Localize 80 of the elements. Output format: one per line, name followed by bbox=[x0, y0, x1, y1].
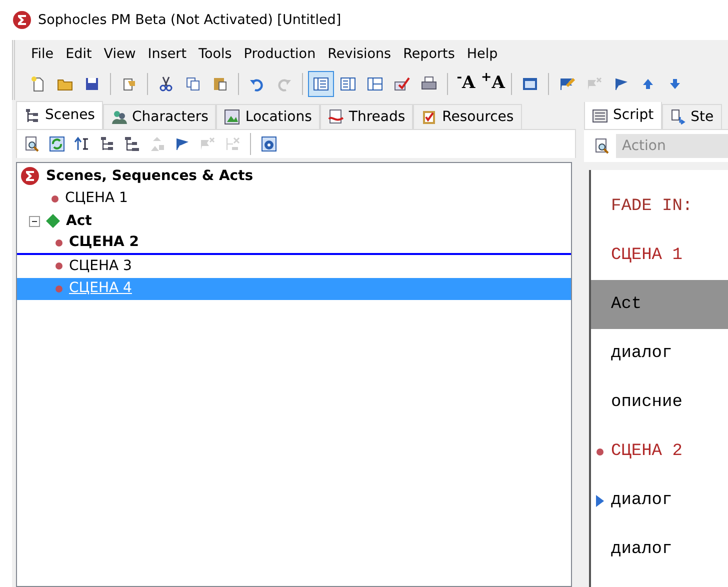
tree-row[interactable]: СЦЕНА 3 bbox=[17, 255, 571, 278]
map-icon bbox=[224, 109, 240, 125]
sort-icon bbox=[74, 136, 90, 152]
printer-icon bbox=[421, 76, 437, 92]
toolbar-button[interactable]: $^{+}$A bbox=[480, 71, 506, 97]
flag-cross-icon bbox=[586, 76, 602, 92]
window-title: Sophocles PM Beta (Not Activated) [Untitled] bbox=[38, 10, 342, 30]
checklist-icon bbox=[394, 76, 410, 92]
document-hand-icon bbox=[121, 76, 137, 92]
script-line: Act bbox=[611, 294, 642, 316]
scene-dot-icon bbox=[51, 194, 59, 203]
scene-dot-icon bbox=[55, 262, 63, 270]
tree-icon bbox=[124, 136, 140, 152]
tree-root-label[interactable]: Scenes, Sequences & Acts bbox=[46, 166, 254, 187]
script-line: FADE IN: bbox=[611, 196, 693, 218]
script-line: диалог bbox=[611, 342, 672, 365]
tree-row[interactable]: СЦЕНА 2 bbox=[17, 232, 571, 255]
toolbar-button[interactable]: $^{-}$A bbox=[453, 71, 479, 97]
script-line: СЦЕНА 1 bbox=[611, 244, 682, 267]
help-icon bbox=[261, 136, 277, 152]
script-line: описние bbox=[611, 392, 682, 414]
tab[interactable]: Locations bbox=[216, 104, 320, 129]
tree-node-label[interactable]: Act bbox=[66, 210, 92, 232]
flag-icon bbox=[174, 136, 190, 152]
save-icon bbox=[84, 76, 100, 92]
copy-icon bbox=[185, 76, 201, 92]
toolbar-button[interactable] bbox=[308, 71, 334, 97]
search-icon[interactable] bbox=[594, 138, 610, 154]
flag-icon bbox=[613, 76, 629, 92]
collapse-toggle[interactable] bbox=[29, 216, 40, 227]
find-icon bbox=[24, 136, 40, 152]
refresh-icon bbox=[49, 136, 65, 152]
tree-row[interactable]: СЦЕНА 1 bbox=[17, 188, 571, 210]
menu-item[interactable]: Edit bbox=[60, 44, 98, 64]
tab[interactable]: Ste bbox=[662, 104, 722, 129]
menu-item[interactable]: View bbox=[98, 44, 142, 64]
undo-icon bbox=[249, 76, 265, 92]
tree-node-label[interactable]: СЦЕНА 1 bbox=[65, 188, 128, 210]
flag-pen-icon bbox=[559, 76, 575, 92]
menu-item[interactable]: Help bbox=[460, 44, 504, 64]
scene-dot-icon bbox=[55, 238, 63, 247]
tab[interactable]: Resources bbox=[413, 104, 522, 129]
flag-cross-icon bbox=[199, 136, 215, 152]
tab[interactable]: Threads bbox=[320, 104, 414, 129]
tree-node-label[interactable]: СЦЕНА 3 bbox=[69, 256, 132, 277]
menu-item[interactable]: Reports bbox=[397, 44, 461, 64]
script-line: диалог bbox=[611, 538, 672, 561]
people-icon bbox=[110, 109, 127, 125]
menu-item[interactable]: Revisions bbox=[322, 44, 398, 64]
script-line: диалог bbox=[611, 490, 672, 512]
tree-icon bbox=[99, 136, 115, 152]
redo-icon bbox=[276, 76, 292, 92]
layout-icon bbox=[367, 76, 383, 92]
menu-item[interactable]: Insert bbox=[142, 44, 193, 64]
app-logo-icon bbox=[12, 10, 32, 30]
document-lines-icon bbox=[592, 108, 608, 124]
move-icon bbox=[149, 136, 165, 152]
window-icon bbox=[522, 76, 538, 92]
tab[interactable]: Characters bbox=[102, 104, 216, 129]
tree-cross-icon bbox=[224, 136, 240, 152]
tree-icon bbox=[24, 108, 40, 124]
layout-icon bbox=[340, 76, 356, 92]
diamond-icon bbox=[46, 214, 60, 228]
new-document-icon bbox=[30, 76, 46, 92]
tab[interactable]: Script bbox=[584, 102, 662, 129]
scene-dot-icon bbox=[55, 284, 63, 293]
scissors-icon bbox=[158, 76, 174, 92]
menu-item[interactable]: Production bbox=[238, 44, 322, 64]
thread-icon bbox=[328, 109, 344, 125]
clipboard-check-icon bbox=[421, 109, 438, 125]
tree-node-label[interactable]: СЦЕНА 2 bbox=[69, 232, 139, 254]
menu-item[interactable]: File bbox=[25, 44, 60, 64]
script-line: СЦЕНА 2 bbox=[611, 440, 682, 463]
app-logo-icon bbox=[20, 166, 40, 186]
document-arrow-icon bbox=[670, 109, 686, 125]
menu-item[interactable]: Tools bbox=[192, 44, 238, 64]
script-editor[interactable]: FADE IN: СЦЕНА 1 Act диалог описние СЦЕНА 2 диалог диалог bbox=[589, 170, 728, 587]
layout-icon bbox=[313, 76, 329, 92]
clipboard-icon bbox=[212, 76, 228, 92]
tab[interactable]: Scenes bbox=[16, 101, 103, 129]
